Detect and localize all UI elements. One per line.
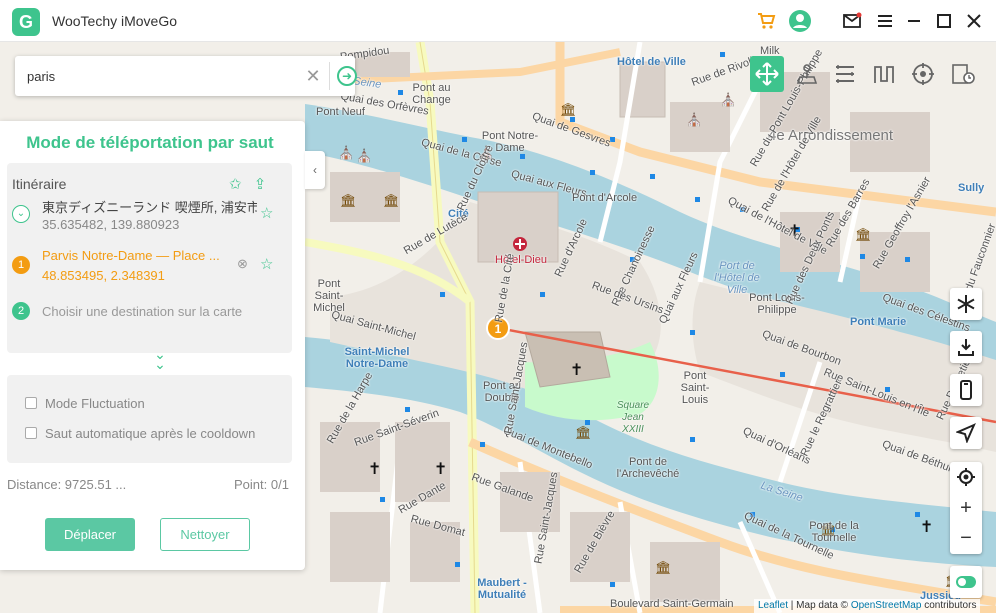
multi-spot-mode-icon[interactable] bbox=[828, 56, 862, 92]
origin-chevron-icon: ⌄ bbox=[12, 205, 30, 223]
svg-text:🏛: 🏛 bbox=[383, 193, 400, 209]
move-button[interactable]: Déplacer bbox=[45, 518, 135, 551]
user-icon[interactable] bbox=[788, 9, 812, 33]
jump-mode-icon[interactable] bbox=[867, 56, 901, 92]
cart-icon[interactable] bbox=[754, 9, 778, 33]
label-sully: Sully bbox=[958, 182, 985, 194]
search-go-icon[interactable]: ➜ bbox=[337, 66, 357, 86]
stop-1-coords: 48.853495, 2.348391 bbox=[42, 268, 165, 283]
mode-toolbar bbox=[750, 56, 996, 94]
zoom-controls: + − bbox=[950, 462, 982, 554]
options-box: Mode Fluctuation Saut automatique après … bbox=[7, 375, 292, 463]
attribution-sep: | Map data © bbox=[788, 600, 851, 611]
mail-icon[interactable] bbox=[840, 9, 864, 33]
toggle-icon[interactable] bbox=[950, 566, 982, 598]
osm-link[interactable]: OpenStreetMap bbox=[851, 600, 922, 611]
collapse-panel-button[interactable]: ‹ bbox=[305, 151, 325, 189]
expand-chevron-icon[interactable]: ⌄ ⌄ bbox=[150, 347, 170, 371]
map-attribution: Leaflet | Map data © OpenStreetMap contr… bbox=[754, 599, 981, 613]
teleport-mode-icon[interactable] bbox=[790, 56, 824, 92]
svg-text:🏛: 🏛 bbox=[575, 425, 592, 441]
panel-title: Mode de téléportation par saut bbox=[26, 133, 274, 152]
route-stop-origin[interactable]: ⌄ 東京ディズニーランド 喫煙所, 浦安市... 35.635482, 139.… bbox=[12, 197, 287, 237]
itinerary-box: Itinéraire ✩ ⇪ ⌄ 東京ディズニーランド 喫煙所, 浦安市... … bbox=[7, 163, 292, 353]
svg-text:⛪: ⛪ bbox=[356, 147, 372, 164]
svg-text:⛪: ⛪ bbox=[338, 144, 354, 161]
label-saint-michel-notre-dame: Saint-Michel Notre-Dame bbox=[344, 346, 410, 370]
auto-jump-label: Saut automatique après le cooldown bbox=[45, 426, 256, 441]
svg-text:🏛: 🏛 bbox=[855, 227, 872, 243]
download-icon[interactable] bbox=[950, 331, 982, 363]
device-icon[interactable] bbox=[950, 374, 982, 406]
svg-text:✝: ✝ bbox=[368, 459, 381, 478]
label-pont-saint-louis: Pont Saint-Louis bbox=[680, 370, 710, 406]
label-pont-darcole: Pont d'Arcole bbox=[572, 192, 638, 204]
clear-search-icon[interactable]: ✕ bbox=[303, 66, 323, 86]
menu-icon[interactable] bbox=[873, 9, 897, 33]
search-separator bbox=[329, 62, 330, 90]
svg-text:⛪: ⛪ bbox=[686, 111, 702, 128]
fluctuation-checkbox-box[interactable] bbox=[25, 397, 37, 409]
zoom-out-button[interactable]: − bbox=[950, 523, 982, 553]
label-hotel-de-ville: Hôtel de Ville bbox=[617, 56, 686, 68]
teleport-panel: Mode de téléportation par saut Itinérair… bbox=[0, 121, 305, 570]
label-boulevard-saint-germain: Boulevard Saint-Germain bbox=[610, 598, 734, 610]
stop-1-name: Parvis Notre-Dame — Place ... bbox=[42, 248, 220, 263]
navigate-icon[interactable] bbox=[950, 417, 982, 449]
label-pont-saint-michel: Pont Saint-Michel bbox=[313, 278, 345, 314]
itinerary-label: Itinéraire bbox=[12, 176, 67, 192]
origin-coords: 35.635482, 139.880923 bbox=[42, 217, 180, 232]
svg-text:🏛: 🏛 bbox=[655, 560, 672, 576]
svg-text:⛪: ⛪ bbox=[720, 91, 736, 108]
app-title: WooTechy iMoveGo bbox=[52, 13, 178, 29]
remove-stop-1-icon[interactable]: ⊗ bbox=[237, 256, 248, 272]
label-square-jean-xxiii: Square Jean XXIII bbox=[616, 400, 650, 435]
search-box: ✕ ➜ bbox=[15, 56, 357, 96]
maximize-icon[interactable] bbox=[932, 9, 956, 33]
svg-text:✝: ✝ bbox=[570, 360, 583, 379]
stop-1-star-icon[interactable]: ☆ bbox=[260, 255, 273, 273]
freeze-icon[interactable] bbox=[950, 288, 982, 320]
origin-star-icon[interactable]: ☆ bbox=[260, 204, 273, 222]
clear-button[interactable]: Nettoyer bbox=[160, 518, 250, 551]
stop-2-name: Choisir une destination sur la carte bbox=[42, 304, 243, 319]
svg-text:🏛: 🏛 bbox=[340, 193, 357, 209]
svg-text:🏛: 🏛 bbox=[560, 102, 577, 118]
auto-jump-checkbox-box[interactable] bbox=[25, 427, 37, 439]
attribution-contrib: contributors bbox=[921, 600, 977, 611]
label-pont-marie: Pont Marie bbox=[850, 316, 907, 328]
fluctuation-label: Mode Fluctuation bbox=[45, 396, 145, 411]
label-4e-arrondissement: 4e Arrondissement bbox=[768, 127, 894, 144]
point-count: Point: 0/1 bbox=[234, 477, 289, 492]
auto-jump-checkbox[interactable]: Saut automatique après le cooldown bbox=[25, 426, 255, 441]
joystick-mode-icon[interactable] bbox=[906, 56, 940, 92]
stop-2-badge: 2 bbox=[12, 302, 30, 320]
stop-1-badge: 1 bbox=[12, 256, 30, 274]
close-icon[interactable] bbox=[962, 9, 986, 33]
title-bar: G WooTechy iMoveGo bbox=[0, 0, 996, 42]
teleport-jump-mode-icon[interactable] bbox=[750, 56, 784, 92]
history-mode-icon[interactable] bbox=[946, 56, 980, 92]
label-pont-neuf: Pont Neuf bbox=[316, 106, 365, 118]
distance-text: Distance: 9725.51 ... bbox=[7, 477, 127, 492]
route-stop-1[interactable]: 1 Parvis Notre-Dame — Place ... 48.85349… bbox=[12, 248, 287, 288]
minimize-icon[interactable] bbox=[902, 9, 926, 33]
app-logo-icon: G bbox=[12, 8, 40, 36]
favorite-route-icon[interactable]: ✩ bbox=[229, 176, 242, 193]
svg-text:1: 1 bbox=[495, 322, 502, 336]
zoom-in-button[interactable]: + bbox=[950, 493, 982, 523]
leaflet-link[interactable]: Leaflet bbox=[758, 600, 788, 611]
fluctuation-checkbox[interactable]: Mode Fluctuation bbox=[25, 396, 145, 411]
itinerary-actions: ✩ ⇪ bbox=[229, 175, 266, 193]
label-maubert-mutualite: Maubert - Mutualité bbox=[477, 577, 527, 601]
locate-icon[interactable] bbox=[950, 462, 982, 492]
label-port-hotel-de-ville: Port de l'Hôtel de Ville bbox=[714, 260, 760, 296]
route-stop-2[interactable]: 2 Choisir une destination sur la carte bbox=[12, 301, 287, 331]
search-input[interactable] bbox=[27, 66, 287, 86]
import-route-icon[interactable]: ⇪ bbox=[254, 176, 267, 193]
origin-name: 東京ディズニーランド 喫煙所, 浦安市... bbox=[42, 200, 257, 215]
svg-text:✝: ✝ bbox=[920, 517, 933, 536]
svg-text:✝: ✝ bbox=[434, 459, 447, 478]
label-pont-archeveche: Pont de l'Archevêché bbox=[616, 456, 680, 480]
